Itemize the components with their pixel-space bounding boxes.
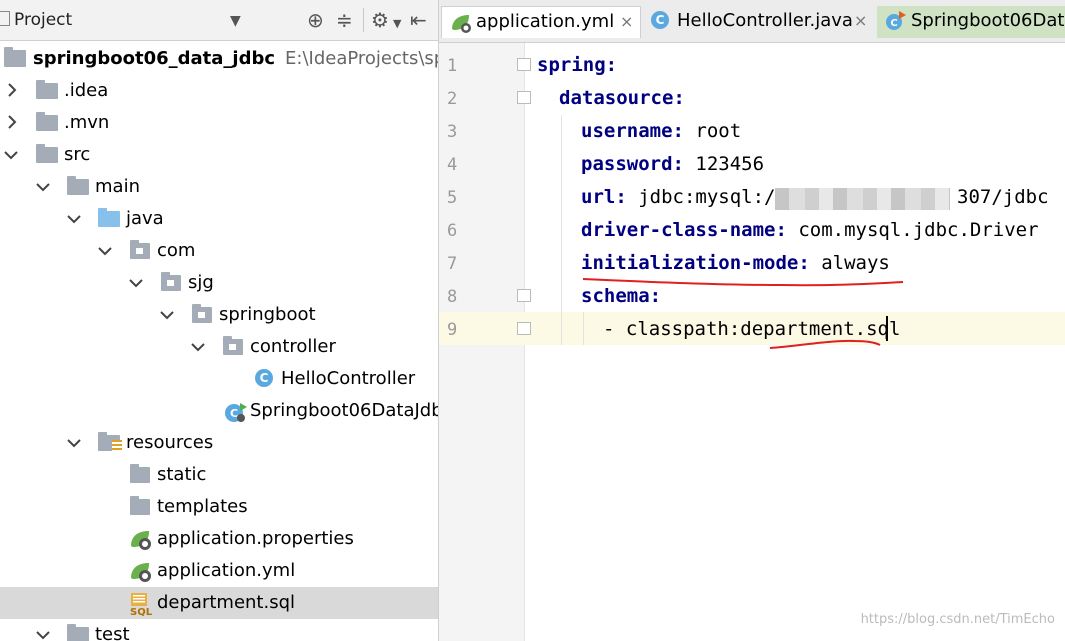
underline-department-sql — [769, 339, 881, 349]
watermark: https://blog.csdn.net/TimEcho — [860, 612, 1055, 627]
annotation-underlines — [582, 278, 904, 349]
underline-initialization-mode — [582, 278, 904, 287]
